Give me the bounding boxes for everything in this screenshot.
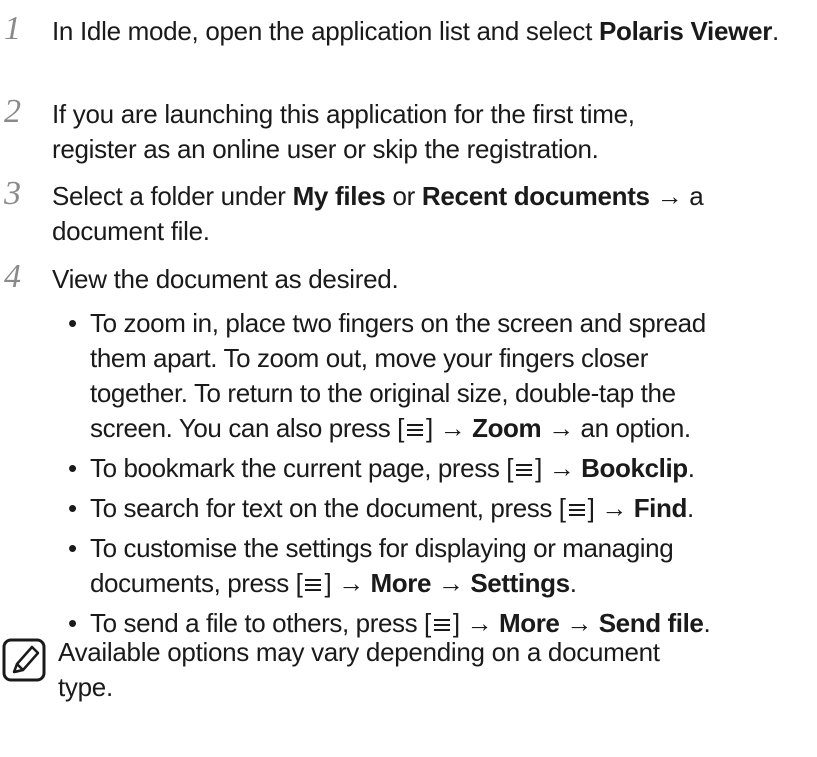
folder-my-files: My files (292, 181, 386, 211)
bullet-dot: • (68, 533, 77, 563)
menu-option-more: More (370, 568, 432, 598)
menu-option-more: More (498, 608, 560, 638)
note-pen-icon (2, 638, 46, 682)
text-part: ] → (324, 568, 371, 598)
text-part: . (703, 608, 711, 638)
menu-option-find: Find (633, 493, 688, 523)
menu-key-icon (405, 422, 425, 438)
step-number: 2 (4, 93, 21, 130)
list-item-zoom: • To zoom in, place two fingers on the s… (66, 306, 811, 446)
text-part: → (559, 608, 599, 638)
app-name: Polaris Viewer (598, 16, 773, 46)
step-text-part: Select a folder under (52, 181, 293, 211)
text-part: → an option. (541, 413, 691, 443)
list-item-settings: • To customise the settings for displayi… (66, 531, 811, 601)
text-part: To bookmark the current page, press [ (90, 453, 514, 483)
list-item-line: To zoom in, place two fingers on the scr… (90, 308, 706, 338)
text-part: ] → (426, 413, 473, 443)
folder-recent-documents: Recent documents (421, 181, 650, 211)
step-number: 3 (4, 175, 21, 212)
menu-key-icon (567, 502, 587, 518)
menu-key-icon (303, 577, 323, 593)
text-part: ] → (587, 493, 634, 523)
step-text-line: register as an online user or skip the r… (52, 134, 599, 164)
menu-option-send-file: Send file (598, 608, 704, 638)
list-item-line: together. To return to the original size… (90, 378, 676, 408)
list-item-search: • To search for text on the document, pr… (66, 491, 811, 526)
option-list: • To zoom in, place two fingers on the s… (66, 306, 811, 641)
menu-option-bookclip: Bookclip (581, 453, 688, 483)
text-part: → (431, 568, 471, 598)
note-line: Available options may vary depending on … (58, 637, 660, 667)
step-text-line: If you are launching this application fo… (52, 99, 635, 129)
text-part: ] → (535, 453, 582, 483)
text-part: To send a file to others, press [ (90, 608, 431, 638)
text-part: ] → (452, 608, 499, 638)
manual-page: 1 In Idle mode, open the application lis… (0, 0, 817, 757)
bullet-dot: • (68, 493, 77, 523)
list-item-line: them apart. To zoom out, move your finge… (90, 343, 648, 373)
list-item-line: documents, press [ ] → More → Settings. (90, 566, 811, 601)
text-part: To search for text on the document, pres… (90, 493, 566, 523)
menu-option-settings: Settings (470, 568, 570, 598)
text-part: screen. You can also press [ (90, 413, 405, 443)
menu-key-icon (432, 617, 452, 633)
text-part: . (569, 568, 577, 598)
step-text: If you are launching this application fo… (52, 97, 807, 167)
step-text-part: or (385, 181, 422, 211)
menu-option-zoom: Zoom (472, 413, 542, 443)
step-text: In Idle mode, open the application list … (52, 14, 807, 49)
step-text-part: In Idle mode, open the application list … (52, 16, 599, 46)
step-text: Select a folder under My files or Recent… (52, 179, 807, 249)
note-line: type. (58, 672, 113, 702)
text-part: . (687, 453, 695, 483)
list-item-line: screen. You can also press [ ] → Zoom → a… (90, 411, 811, 446)
step-number: 4 (4, 258, 21, 295)
step-text: View the document as desired. (52, 264, 399, 294)
bullet-dot: • (68, 308, 77, 338)
text-part: . (686, 493, 694, 523)
note-text: Available options may vary depending on … (58, 635, 803, 705)
text-part: documents, press [ (90, 568, 303, 598)
step-number: 1 (4, 10, 21, 47)
menu-key-icon (514, 462, 534, 478)
list-item-bookmark: • To bookmark the current page, press []… (66, 451, 811, 486)
step-text-part: . (772, 16, 779, 46)
bullet-dot: • (68, 453, 77, 483)
list-item-line: To customise the settings for displaying… (90, 533, 674, 563)
